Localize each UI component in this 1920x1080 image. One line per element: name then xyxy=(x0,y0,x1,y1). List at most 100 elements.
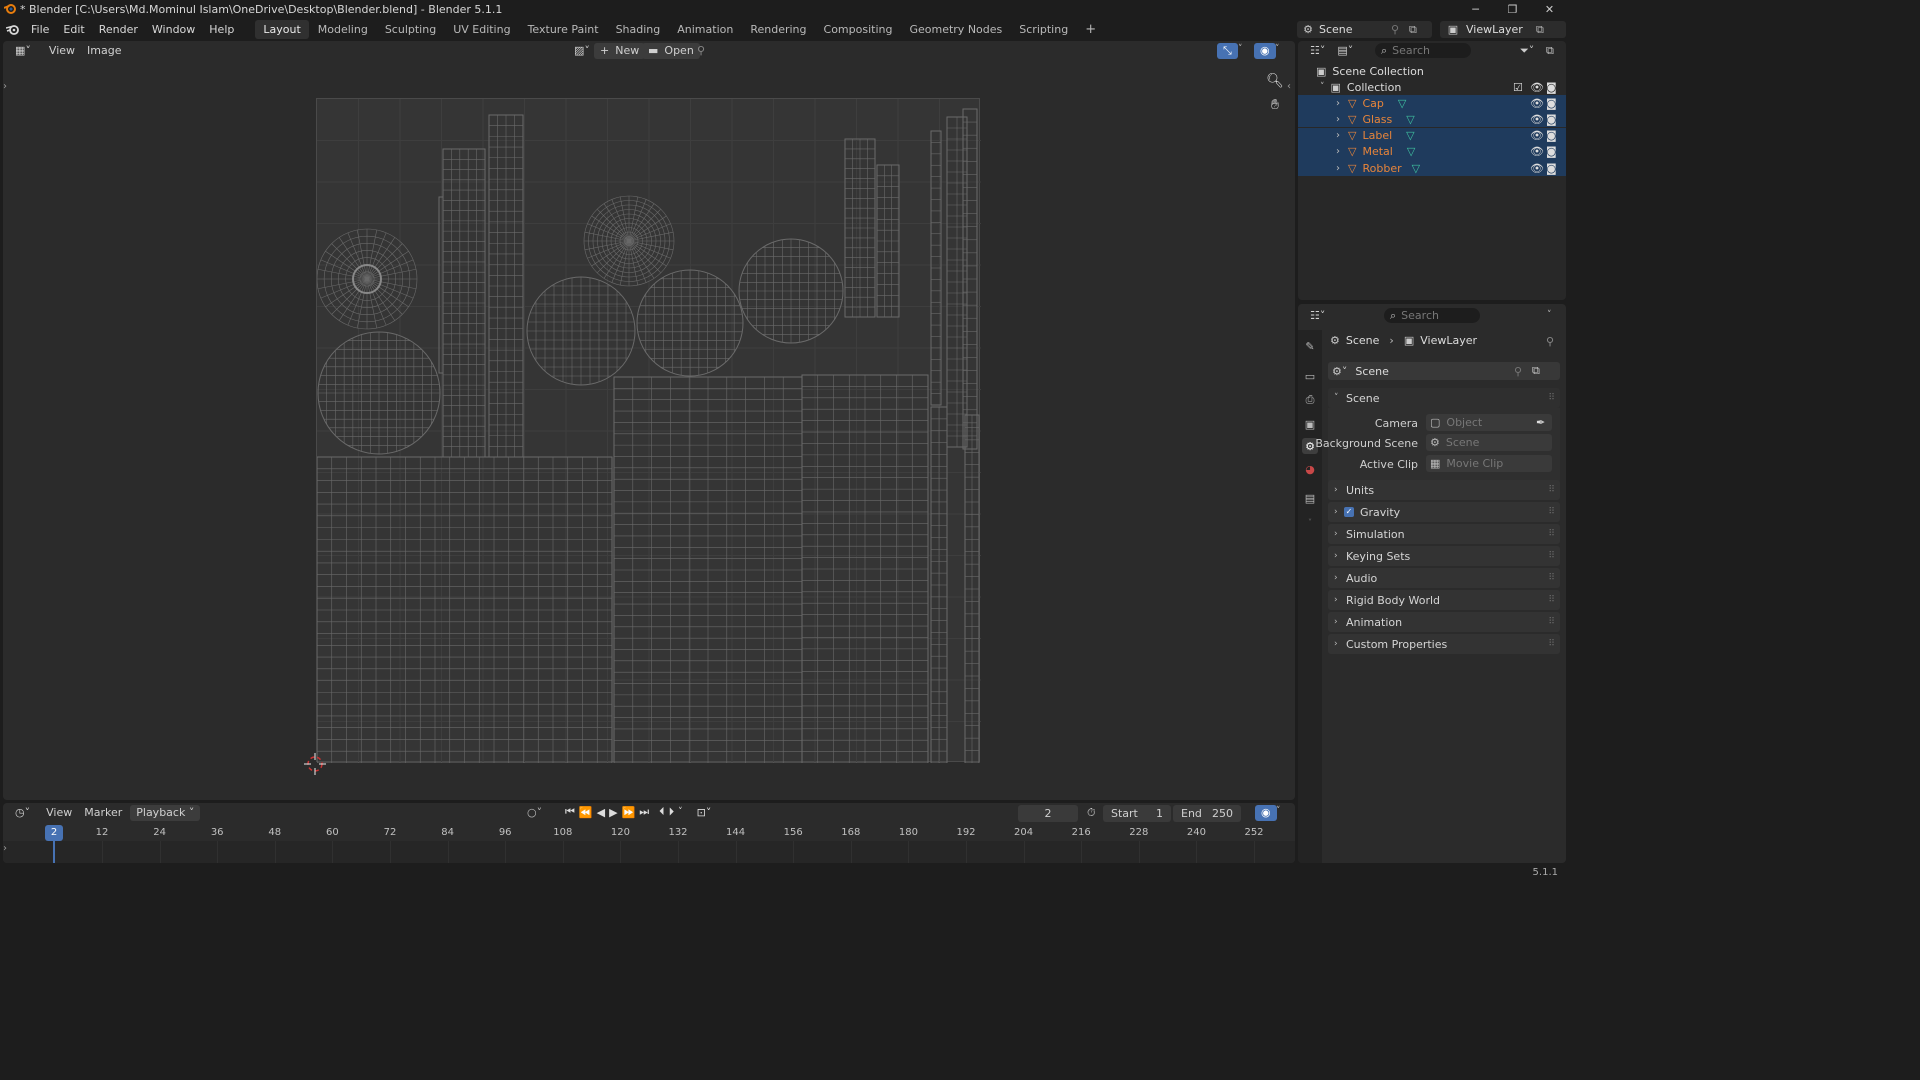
drag-handle-icon[interactable]: ⠿ xyxy=(1548,573,1555,583)
chevron-down-icon[interactable]: ˅ xyxy=(1275,44,1280,54)
display-mode-icon[interactable]: ▤˅ xyxy=(1331,43,1359,59)
playback-dropdown[interactable]: Playback ˅ xyxy=(130,805,201,821)
gravity-checkbox[interactable]: ✓ xyxy=(1344,507,1354,517)
panel-scene[interactable]: ˅ Scene ⠿ xyxy=(1328,388,1560,408)
add-workspace-button[interactable]: + xyxy=(1077,20,1104,39)
auto-keying-icon[interactable]: ○˅ xyxy=(527,806,542,819)
mesh-data-icon[interactable]: ▽ xyxy=(1406,129,1414,142)
panel-gravity[interactable]: › ✓ Gravity ⠿ xyxy=(1328,502,1560,522)
tab-collection-icon[interactable]: ▤ xyxy=(1302,490,1318,506)
tab-animation[interactable]: Animation xyxy=(669,20,741,39)
chevron-down-icon[interactable]: ˅ xyxy=(1320,82,1325,92)
menu-render[interactable]: Render xyxy=(92,19,145,40)
properties-search[interactable]: ⌕ Search xyxy=(1384,308,1480,323)
camera-render-icon[interactable]: ◙ xyxy=(1546,129,1557,142)
filter-icon[interactable]: ⏷˅ xyxy=(1520,44,1534,58)
close-window-button[interactable]: ✕ xyxy=(1531,0,1568,19)
end-frame-field[interactable]: End 250 xyxy=(1173,805,1241,822)
eye-icon[interactable]: 👁︎ xyxy=(1530,129,1544,142)
blender-menu-icon[interactable] xyxy=(2,24,24,36)
camera-render-icon[interactable]: ◙ xyxy=(1546,145,1557,158)
tab-geometry-nodes[interactable]: Geometry Nodes xyxy=(901,20,1010,39)
tab-scripting[interactable]: Scripting xyxy=(1011,20,1076,39)
drag-handle-icon[interactable]: ⠿ xyxy=(1548,639,1555,649)
mesh-data-icon[interactable]: ▽ xyxy=(1398,97,1406,110)
eye-icon[interactable]: 👁︎ xyxy=(1530,81,1544,94)
mesh-data-icon[interactable]: ▽ xyxy=(1406,113,1414,126)
overlay-icon[interactable]: ◉ xyxy=(1254,43,1276,59)
camera-render-icon[interactable]: ◙ xyxy=(1546,162,1557,175)
camera-render-icon[interactable]: ◙ xyxy=(1546,81,1557,94)
jump-end-icon[interactable]: ⏭ xyxy=(639,805,649,819)
drag-handle-icon[interactable]: ⠿ xyxy=(1548,507,1555,517)
scene-collection-row[interactable]: ▣ Scene Collection xyxy=(1298,63,1566,79)
drag-handle-icon[interactable]: ⠿ xyxy=(1548,617,1555,627)
jump-start-icon[interactable]: ⏮ xyxy=(565,805,575,819)
scene-name-field[interactable]: Scene xyxy=(1319,23,1353,36)
outliner-object-glass[interactable]: › ▽ Glass ▽ 👁︎ ◙ xyxy=(1298,111,1566,128)
pin-icon[interactable]: ⚲ xyxy=(1391,23,1399,36)
keying-set-icon[interactable]: ⊡˅ xyxy=(697,806,712,819)
eye-icon[interactable]: 👁︎ xyxy=(1530,113,1544,126)
eye-icon[interactable]: 👁︎ xyxy=(1530,162,1544,175)
uv-sync-icon[interactable]: ⤡ xyxy=(1217,43,1238,59)
tab-layout[interactable]: Layout xyxy=(255,20,309,39)
eye-icon[interactable]: 👁︎ xyxy=(1530,97,1544,110)
pan-hand-icon[interactable]: ✋︎ xyxy=(1265,95,1285,115)
image-editor[interactable]: ▦˅ View Image ▨˅ + New ▬ Open ⚲ ⤡ ˅ ◉ ˅ › … xyxy=(3,41,1295,800)
timeline-body[interactable] xyxy=(3,841,1295,863)
editor-type-icon[interactable]: ☷˅ xyxy=(1304,308,1331,324)
chevron-right-icon[interactable]: › xyxy=(1336,114,1340,125)
chevron-down-icon[interactable]: ˅ xyxy=(1276,806,1281,816)
image-browse-icon[interactable]: ▨˅ xyxy=(568,43,596,59)
outliner-object-robber[interactable]: › ▽ Robber ▽ 👁︎ ◙ xyxy=(1298,160,1566,177)
pin-icon[interactable]: ⚲ xyxy=(1546,335,1554,348)
menu-edit[interactable]: Edit xyxy=(56,19,91,40)
drag-handle-icon[interactable]: ⠿ xyxy=(1548,393,1555,403)
camera-field[interactable]: ▢ Object ✒ xyxy=(1426,414,1552,431)
tabs-more-icon[interactable]: ˅ xyxy=(1302,514,1318,530)
mesh-data-icon[interactable]: ▽ xyxy=(1407,145,1415,158)
pin-icon[interactable]: ⚲ xyxy=(1514,365,1522,378)
timeline-editor[interactable]: ◷˅ View Marker Playback ˅ ○˅ ⏮ ⏪ ◀ ▶ ⏩ ⏭… xyxy=(3,803,1295,863)
new-collection-icon[interactable]: ⧉ xyxy=(1546,44,1554,58)
eyedropper-icon[interactable]: ✒ xyxy=(1536,416,1545,429)
eye-icon[interactable]: 👁︎ xyxy=(1530,145,1544,158)
scene-icon[interactable]: ⚙ xyxy=(1297,23,1319,36)
menu-marker[interactable]: Marker xyxy=(78,805,128,821)
pin-icon[interactable]: ⚲ xyxy=(697,44,705,57)
minimize-button[interactable]: ─ xyxy=(1457,0,1494,19)
timeline-overlay-icon[interactable]: ◉ xyxy=(1255,805,1277,821)
menu-image[interactable]: Image xyxy=(81,43,127,59)
outliner[interactable]: ☷˅ ▤˅ ⌕ Search ⏷˅ ⧉ ▣ Scene Collection ˅… xyxy=(1298,41,1566,300)
current-frame-field[interactable]: 2 xyxy=(1018,805,1078,822)
chevron-right-icon[interactable]: › xyxy=(1336,146,1340,157)
chevron-right-icon[interactable]: › xyxy=(1336,130,1340,141)
viewlayer-icon[interactable]: ▣ xyxy=(1440,23,1466,36)
zoom-icon[interactable]: 🔍︎ xyxy=(1265,71,1285,91)
collection-row[interactable]: ˅ ▣ Collection ☑ 👁︎ ◙ xyxy=(1298,79,1566,95)
next-keyframe-icon[interactable]: ⏩ xyxy=(622,806,636,819)
playhead[interactable]: 2 xyxy=(45,825,63,841)
chevron-right-icon[interactable]: › xyxy=(1336,98,1340,109)
tab-sculpting[interactable]: Sculpting xyxy=(377,20,444,39)
tab-compositing[interactable]: Compositing xyxy=(816,20,901,39)
drag-handle-icon[interactable]: ⠿ xyxy=(1548,551,1555,561)
new-scene-icon[interactable]: ⧉ xyxy=(1532,364,1540,378)
tab-shading[interactable]: Shading xyxy=(608,20,669,39)
properties-editor[interactable]: ☷˅ ⌕ Search ˅ ✎ ▭ ⎙ ▣ ⚙ ◕ ▤ ˅ ⚙ Scene › … xyxy=(1298,304,1566,863)
timeline-ruler[interactable]: 2 12 24 36 48 60 72 84 96 108 120 132 144 156 168 180 1… xyxy=(3,825,1295,841)
new-scene-icon[interactable]: ⧉ xyxy=(1409,23,1417,37)
menu-view[interactable]: View xyxy=(40,805,78,821)
chevron-down-icon[interactable]: ˅ xyxy=(1238,44,1243,54)
play-icon[interactable]: ▶ xyxy=(609,806,617,819)
next-frame-icon[interactable]: ⏵ xyxy=(669,805,675,819)
drag-handle-icon[interactable]: ⠿ xyxy=(1548,595,1555,605)
menu-window[interactable]: Window xyxy=(145,19,202,40)
camera-render-icon[interactable]: ◙ xyxy=(1546,113,1557,126)
background-scene-field[interactable]: ⚙ Scene xyxy=(1426,434,1552,451)
new-viewlayer-icon[interactable]: ⧉ xyxy=(1536,23,1544,37)
checkbox-icon[interactable]: ☑ xyxy=(1513,81,1523,94)
chevron-down-icon[interactable]: ˅ xyxy=(678,807,683,817)
outliner-object-metal[interactable]: › ▽ Metal ▽ 👁︎ ◙ xyxy=(1298,143,1566,160)
